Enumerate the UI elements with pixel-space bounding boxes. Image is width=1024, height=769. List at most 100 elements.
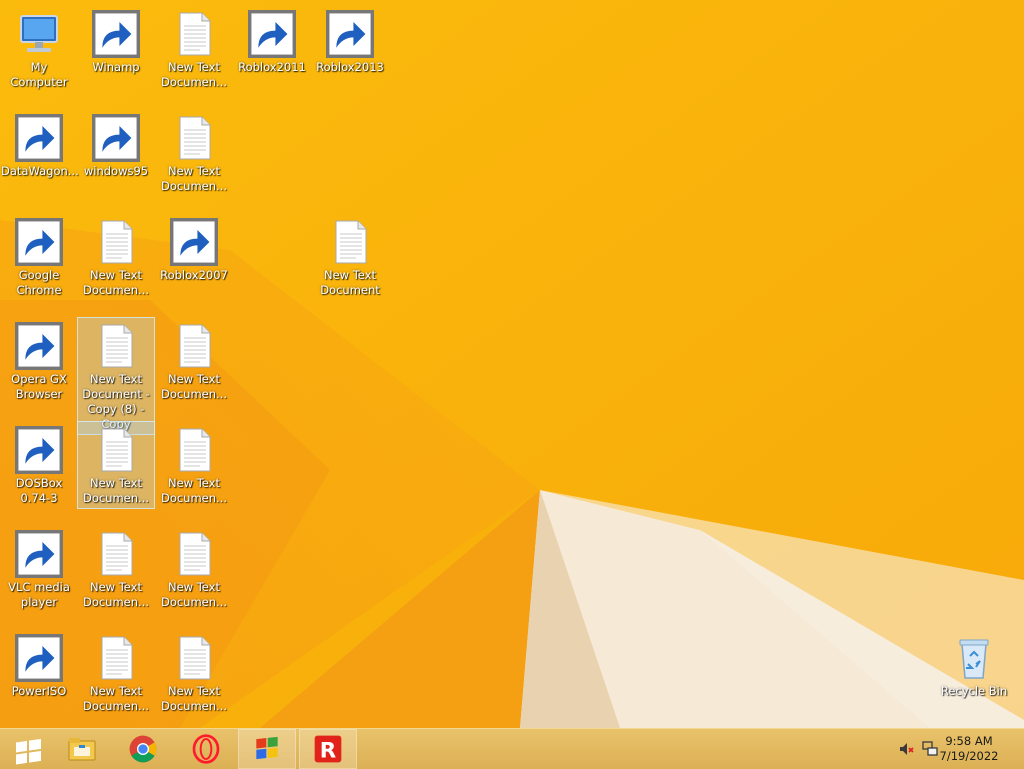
desktop-icon-label: New Text Documen... — [160, 372, 228, 401]
shortcut-arrow-icon — [15, 322, 63, 370]
datawagon-icon — [15, 114, 63, 162]
desktop-icon-new-text-document[interactable]: New Text Document — [312, 214, 388, 298]
desktop-icon-label: New Text Documen... — [82, 580, 150, 609]
desktop-icon-roblox2011[interactable]: Roblox2011 — [234, 6, 310, 75]
taskbar: 9:58 AM 7/19/2022 — [0, 728, 1024, 769]
desktop-icon-label: New Text Documen... — [160, 580, 228, 609]
text-document-icon — [170, 634, 218, 682]
taskbar-roblox[interactable] — [299, 729, 357, 769]
desktop-icon-label: Opera GX Browser — [11, 372, 67, 401]
desktop-icon-label: Winamp — [92, 60, 140, 74]
text-document-icon — [92, 218, 140, 266]
computer-icon — [15, 10, 63, 58]
opera-gx-icon — [190, 733, 222, 765]
text-document-icon — [170, 322, 218, 370]
desktop-icon-label: Roblox2013 — [316, 60, 384, 74]
desktop-icon-label: New Text Documen... — [82, 268, 150, 297]
roblox-icon — [312, 733, 344, 765]
roblox-icon — [326, 10, 374, 58]
desktop-icon-new-text-document-copy-8-copy[interactable]: New Text Document - Copy (8) - Copy — [77, 317, 155, 435]
chrome-icon — [15, 218, 63, 266]
desktop-icon-roblox2007[interactable]: Roblox2007 — [156, 214, 232, 283]
text-document-icon — [170, 10, 218, 58]
taskbar-file-explorer[interactable] — [54, 730, 110, 768]
desktop-icon-label: windows95 — [83, 164, 149, 178]
desktop-icon-poweriso[interactable]: PowerISO — [1, 630, 77, 699]
desktop-icon-label: My Computer — [10, 60, 68, 89]
shortcut-arrow-icon — [15, 114, 63, 162]
desktop-icon-windows95[interactable]: windows95 — [78, 110, 154, 179]
desktop-icon-google-chrome[interactable]: Google Chrome — [1, 214, 77, 298]
shortcut-arrow-icon — [326, 10, 374, 58]
desktop-icon-label: New Text Documen... — [82, 684, 150, 713]
shortcut-arrow-icon — [92, 114, 140, 162]
desktop-icon-label: New Text Documen... — [160, 684, 228, 713]
desktop-icon-label: New Text Documen... — [82, 476, 150, 505]
text-document-icon — [170, 426, 218, 474]
shortcut-arrow-icon — [15, 634, 63, 682]
roblox-icon — [248, 10, 296, 58]
desktop-icon-new-text-documen[interactable]: New Text Documen... — [156, 422, 232, 506]
taskbar-windows95[interactable] — [238, 729, 296, 769]
clock-time: 9:58 AM — [945, 734, 993, 748]
desktop-icon-label: Roblox2007 — [160, 268, 228, 282]
desktop-icon-new-text-documen[interactable]: New Text Documen... — [78, 630, 154, 714]
desktop-icon-label: Google Chrome — [16, 268, 62, 297]
vlc-icon — [15, 530, 63, 578]
desktop-icon-roblox2013[interactable]: Roblox2013 — [312, 6, 388, 75]
desktop-icon-new-text-documen[interactable]: New Text Documen... — [78, 214, 154, 298]
text-document-icon — [170, 114, 218, 162]
desktop-icon-vlc-media-player[interactable]: VLC media player — [1, 526, 77, 610]
recycle-bin-icon — [950, 634, 998, 682]
taskbar-clock[interactable]: 9:58 AM 7/19/2022 — [934, 734, 1004, 764]
chrome-icon — [127, 733, 159, 765]
desktop-icon-label: DataWagon... — [1, 164, 79, 178]
desktop-icon-my-computer[interactable]: My Computer — [1, 6, 77, 90]
desktop-icon-datawagon[interactable]: DataWagon... — [1, 110, 79, 179]
file-explorer-icon — [66, 733, 98, 765]
volume-muted-icon[interactable] — [898, 741, 914, 757]
desktop-icon-new-text-documen[interactable]: New Text Documen... — [156, 110, 232, 194]
shortcut-arrow-icon — [15, 218, 63, 266]
text-document-icon — [326, 218, 374, 266]
desktop-icon-opera-gx-browser[interactable]: Opera GX Browser — [1, 318, 77, 402]
shortcut-arrow-icon — [248, 10, 296, 58]
poweriso-icon — [15, 634, 63, 682]
taskbar-chrome[interactable] — [115, 730, 171, 768]
desktop-icon-new-text-documen[interactable]: New Text Documen... — [156, 6, 232, 90]
desktop-icon-dosbox-0-74-3[interactable]: DOSBox 0.74-3 — [1, 422, 77, 506]
shortcut-arrow-icon — [92, 10, 140, 58]
desktop-icon-label: Recycle Bin — [940, 684, 1008, 698]
dosbox-icon — [15, 426, 63, 474]
desktop-icon-new-text-documen[interactable]: New Text Documen... — [156, 318, 232, 402]
desktop-icon-label: VLC media player — [8, 580, 70, 609]
desktop-icon-new-text-documen[interactable]: New Text Documen... — [156, 526, 232, 610]
shortcut-arrow-icon — [15, 530, 63, 578]
desktop-icon-label: PowerISO — [11, 684, 67, 698]
shortcut-arrow-icon — [170, 218, 218, 266]
desktop-icon-winamp[interactable]: Winamp — [78, 6, 154, 75]
desktop-icon-new-text-documen[interactable]: New Text Documen... — [78, 526, 154, 610]
winamp-icon — [92, 10, 140, 58]
desktop-icon-label: New Text Documen... — [160, 60, 228, 89]
desktop-icon-new-text-documen[interactable]: New Text Documen... — [77, 421, 155, 509]
text-document-icon — [170, 530, 218, 578]
desktop-icon-new-text-documen[interactable]: New Text Documen... — [156, 630, 232, 714]
text-document-icon — [92, 322, 140, 370]
taskbar-opera-gx[interactable] — [178, 730, 234, 768]
start-button[interactable] — [0, 730, 56, 768]
desktop-icon-label: New Text Document — [320, 268, 380, 297]
windows95-icon — [251, 733, 283, 765]
windows95-icon — [92, 114, 140, 162]
roblox-icon — [170, 218, 218, 266]
text-document-icon — [92, 530, 140, 578]
desktop-icon-label: Roblox2011 — [238, 60, 306, 74]
text-document-icon — [92, 426, 140, 474]
desktop-icon-label: DOSBox 0.74-3 — [15, 476, 63, 505]
desktop-icon-recycle-bin[interactable]: Recycle Bin — [936, 630, 1012, 699]
shortcut-arrow-icon — [15, 426, 63, 474]
desktop-icon-label: New Text Documen... — [160, 476, 228, 505]
windows-start-icon — [12, 733, 44, 765]
text-document-icon — [92, 634, 140, 682]
desktop-icon-label: New Text Documen... — [160, 164, 228, 193]
